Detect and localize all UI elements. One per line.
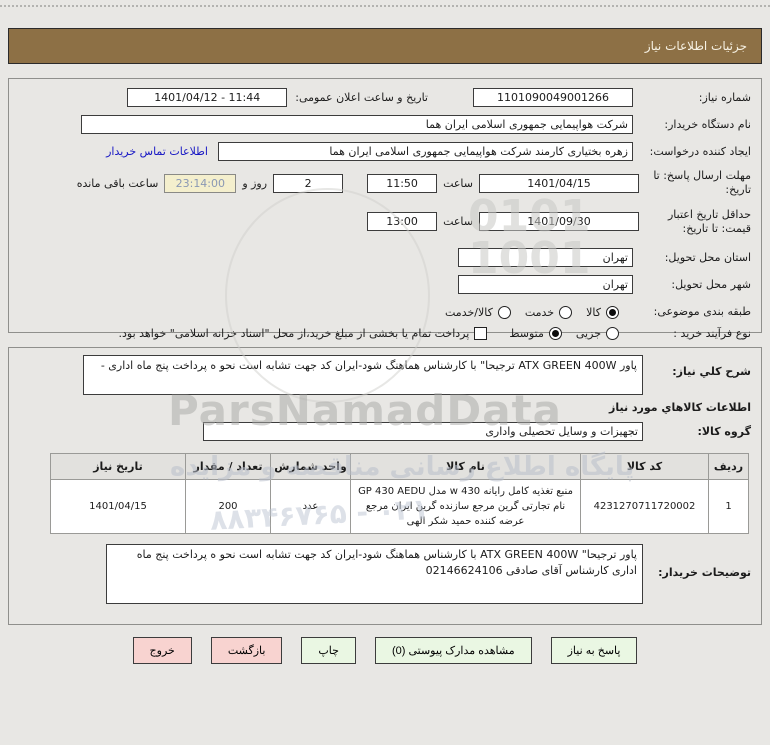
page-title: جزئیات اطلاعات نیاز [644,39,747,53]
validity-date-field[interactable]: 1401/09/30 [479,212,639,232]
row-price-validity: حداقل تاریخ اعتبار قیمت: تا تاریخ: 1401/… [19,208,751,237]
cell-goods-code: 4231270711720002 [580,479,709,534]
col-count-unit: واحد شمارش [270,453,351,480]
days-and-label: روز و [242,176,268,190]
need-description-label: شرح کلي نیاز: [672,365,751,378]
hours-remaining-label: ساعت باقی مانده [76,176,159,190]
action-button-row: پاسخ به نیاز مشاهده مدارک پیوستی (0) چاپ… [0,637,770,664]
radio-option-goods[interactable]: کالا [586,305,619,319]
cell-quantity: 200 [185,479,271,534]
row-buyer-org: نام دستگاه خریدار: شرکت هواپیمایی جمهوری… [19,115,751,134]
radio-option-medium[interactable]: متوسط [509,327,562,341]
print-button[interactable]: چاپ [301,637,356,664]
row-delivery-city: شهر محل تحویل: تهران [19,275,751,295]
need-info-panel: شماره نیاز: 1101090049001266 تاریخ و ساع… [8,78,762,341]
radio-partial-icon[interactable] [606,327,619,341]
validity-hour-label: ساعت [443,215,473,229]
goods-table-row[interactable]: 1 4231270711720002 منبع تغذیه کامل رایان… [50,479,749,534]
radio-option-goods-service[interactable]: کالا/خدمت [445,305,511,319]
col-need-date: تاریخ نیاز [50,453,186,480]
cell-row-number: 1 [708,479,749,534]
announce-datetime-field[interactable]: 1401/04/12 - 11:44 [127,88,288,107]
goods-info-panel: شرح کلي نیاز: پاور ATX GREEN 400W ترجیحا… [8,347,762,625]
page: { "header": { "title": "جزئیات اطلاعات ن… [0,0,770,745]
goods-info-section-title: اطلاعات کالاهاي مورد نیاز [609,401,751,414]
row-request-creator: ایجاد کننده درخواست: زهره بختیاری کارمند… [19,142,751,161]
request-creator-label: ایجاد کننده درخواست: [649,144,751,158]
radio-goods-icon[interactable] [606,305,619,319]
cell-need-date: 1401/04/15 [50,479,186,534]
top-dotted-divider [0,5,770,7]
radio-medium-icon[interactable] [548,327,562,341]
buyer-notes-label: توضیحات خریدار: [658,566,751,579]
exit-button[interactable]: خروج [132,637,192,664]
request-creator-field[interactable]: زهره بختیاری کارمند شرکت هواپیمایی جمهور… [218,142,633,161]
respond-to-need-button[interactable]: پاسخ به نیاز [550,637,638,664]
validity-time-field[interactable]: 13:00 [367,212,438,232]
buyer-contact-link[interactable]: اطلاعات تماس خریدار [106,145,208,158]
treasury-docs-checkbox[interactable] [474,327,488,341]
remaining-time-countdown: 23:14:00 [164,173,237,193]
goods-table: ردیف کد کالا نام کالا واحد شمارش تعداد /… [50,453,749,534]
delivery-province-field[interactable]: تهران [458,248,633,268]
delivery-city-label: شهر محل تحویل: [671,277,751,291]
row-purchase-process: نوع فرآیند خرید : جزیی متوسط پرداخت تمام… [19,327,751,341]
row-need-number: شماره نیاز: 1101090049001266 تاریخ و ساع… [19,88,751,107]
row-response-deadline: مهلت ارسال پاسخ: تا تاریخ: 1401/04/15 سا… [19,169,751,198]
col-row-number: ردیف [708,453,749,480]
need-description-field[interactable]: پاور ATX GREEN 400W ترجیحا" با کارشناس ه… [83,355,643,395]
need-number-label: شماره نیاز: [698,90,751,104]
row-goods-group: گروه کالا: تجهیزات و وسایل تحصیلی واداری [19,422,751,441]
purchase-process-label: نوع فرآیند خرید : [673,326,751,340]
col-goods-code: کد کالا [580,453,709,480]
radio-goods-service-icon[interactable] [497,305,511,319]
announce-datetime-label: تاریخ و ساعت اعلان عمومی: [295,91,428,104]
deadline-time-field[interactable]: 11:50 [367,173,438,193]
back-button[interactable]: بازگشت [210,637,283,664]
buyer-org-field[interactable]: شرکت هواپیمایی جمهوری اسلامی ایران هما [81,115,633,134]
goods-table-header-row: ردیف کد کالا نام کالا واحد شمارش تعداد /… [50,453,749,480]
buyer-org-label: نام دستگاه خریدار: [664,117,751,131]
goods-group-label: گروه کالا: [697,424,751,438]
deadline-date-field[interactable]: 1401/04/15 [479,173,639,193]
radio-option-partial[interactable]: جزیی [576,327,619,341]
price-validity-label: حداقل تاریخ اعتبار قیمت: تا تاریخ: [667,207,751,235]
row-need-description: شرح کلي نیاز: پاور ATX GREEN 400W ترجیحا… [19,355,751,395]
buyer-notes-field[interactable]: پاور ترجیحا" ATX GREEN 400W با کارشناس ه… [106,544,643,604]
response-deadline-label: مهلت ارسال پاسخ: تا تاریخ: [653,169,751,197]
row-delivery-province: استان محل تحویل: تهران [19,248,751,268]
row-buyer-notes: توضیحات خریدار: پاور ترجیحا" ATX GREEN 4… [19,544,751,604]
subject-classification-label: طبقه بندی موضوعی: [653,305,751,319]
treasury-docs-checkbox-option[interactable]: پرداخت تمام یا بخشی از مبلغ خرید،از محل … [118,327,488,341]
col-quantity: تعداد / مقدار [185,453,271,480]
delivery-province-label: استان محل تحویل: [664,250,751,264]
need-number-field[interactable]: 1101090049001266 [473,88,633,107]
delivery-city-field[interactable]: تهران [458,275,633,295]
deadline-hour-label: ساعت [443,176,473,190]
page-title-bar: جزئیات اطلاعات نیاز [8,28,762,64]
radio-service-icon[interactable] [559,305,573,319]
remaining-days-field[interactable]: 2 [273,173,344,193]
treasury-docs-checkbox-label: پرداخت تمام یا بخشی از مبلغ خرید،از محل … [118,327,470,341]
col-goods-name: نام کالا [350,453,581,480]
view-attached-documents-button[interactable]: مشاهده مدارک پیوستی (0) [374,637,532,664]
cell-goods-name: منبع تغذیه کامل رایانه 430 w مدل GP 430 … [350,479,581,534]
goods-group-field[interactable]: تجهیزات و وسایل تحصیلی واداری [203,422,643,441]
row-subject-classification: طبقه بندی موضوعی: کالا خدمت کالا/خدمت [19,305,751,319]
radio-option-service[interactable]: خدمت [525,305,573,319]
cell-count-unit: عدد [270,479,351,534]
